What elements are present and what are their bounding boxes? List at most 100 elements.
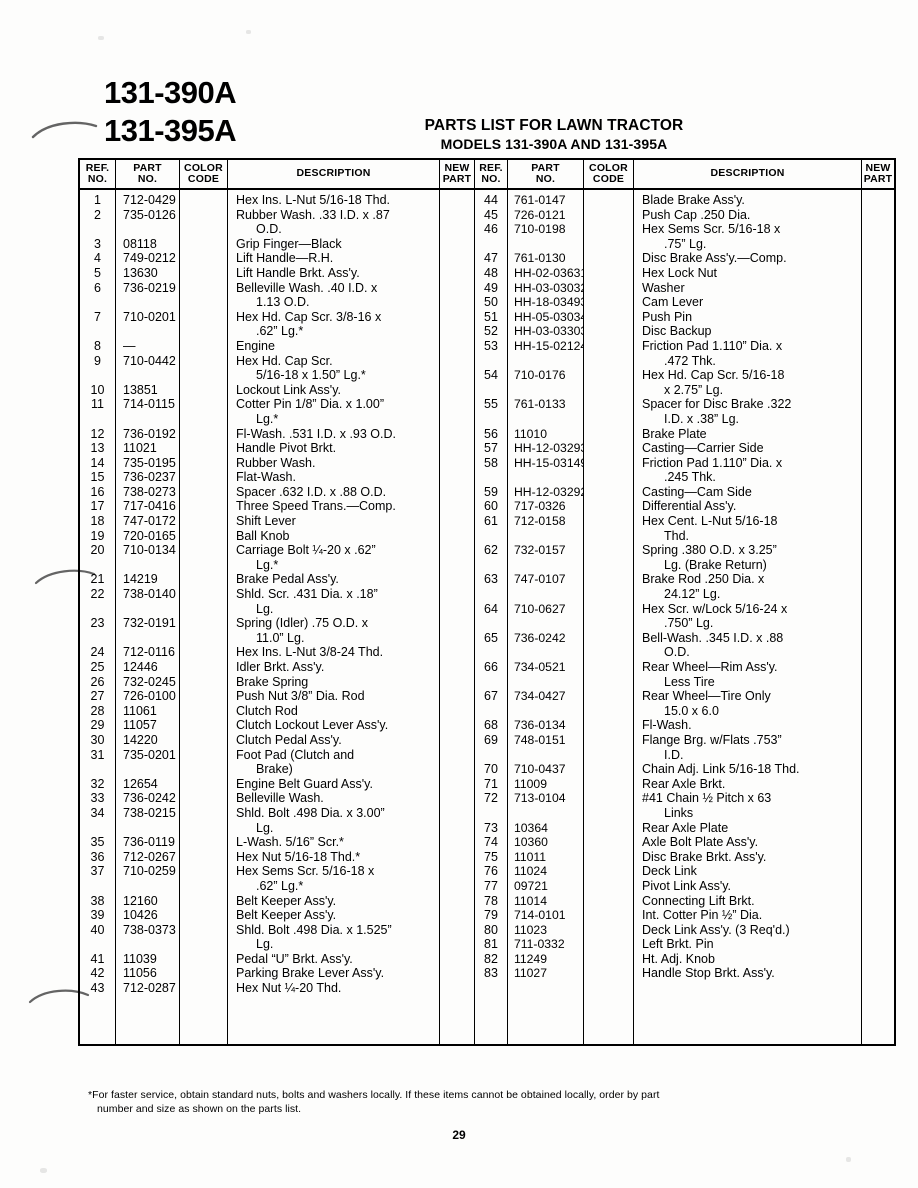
cell-ref bbox=[80, 222, 115, 237]
cell-description: Handle Stop Brkt. Ass'y. bbox=[642, 966, 775, 981]
cell-new bbox=[440, 251, 474, 266]
cell-ref: 81 bbox=[484, 937, 498, 952]
cell-description: .62” Lg.* bbox=[256, 324, 304, 339]
column-ref-no-right: 44 45 46 47 48 49 50 51 52 53 54 55 56 57 58 59 60 6… bbox=[475, 190, 508, 1044]
cell-part: 747-0172 bbox=[123, 514, 176, 529]
cell-new bbox=[440, 572, 474, 587]
table-body: 12 3456 7 89 10 11 12 13 14 15 16 17 18 19 20 21 2… bbox=[80, 190, 894, 1044]
cell-description: Int. Cotter Pin ½” Dia. bbox=[642, 908, 763, 923]
cell-new bbox=[862, 514, 894, 529]
cell-color bbox=[180, 208, 227, 223]
cell-ref: 17 bbox=[90, 499, 105, 514]
cell-description: Fl-Wash. bbox=[642, 718, 692, 733]
cell-color bbox=[180, 339, 227, 354]
cell-part: 11249 bbox=[514, 951, 547, 966]
cell-color bbox=[584, 237, 633, 252]
scan-artifact-swoosh-top bbox=[31, 121, 98, 139]
cell-ref: 28 bbox=[90, 703, 105, 718]
cell-new bbox=[862, 952, 894, 967]
cell-color bbox=[180, 791, 227, 806]
cell-description: Parking Brake Lever Ass'y. bbox=[236, 966, 385, 981]
cell-description: Casting—Cam Side bbox=[642, 484, 752, 499]
cell-new bbox=[440, 864, 474, 879]
header-description-right: DESCRIPTION bbox=[634, 160, 862, 188]
cell-ref: 4 bbox=[94, 251, 101, 266]
page-subtitle: MODELS 131-390A AND 131-395A bbox=[440, 136, 668, 152]
cell-part: 726-0121 bbox=[514, 207, 566, 222]
cell-part bbox=[508, 587, 583, 602]
cell-ref bbox=[475, 383, 507, 398]
cell-color bbox=[180, 499, 227, 514]
cell-part: 11057 bbox=[123, 718, 157, 733]
cell-new bbox=[440, 981, 474, 996]
cell-part bbox=[508, 383, 583, 398]
cell-part: 11011 bbox=[514, 849, 547, 864]
cell-new bbox=[862, 543, 894, 558]
cell-part: 710-0201 bbox=[123, 309, 176, 324]
cell-new bbox=[440, 777, 474, 792]
cell-part: 712-0429 bbox=[123, 193, 176, 207]
cell-color bbox=[180, 806, 227, 821]
cell-color bbox=[584, 529, 633, 544]
cell-description: 11.0” Lg. bbox=[256, 630, 305, 645]
cell-description: Pivot Link Ass'y. bbox=[642, 878, 731, 893]
cell-ref bbox=[475, 470, 507, 485]
cell-new bbox=[440, 412, 474, 427]
cell-description: Carriage Bolt ¼-20 x .62” bbox=[236, 543, 376, 558]
cell-part bbox=[508, 470, 583, 485]
cell-ref bbox=[80, 558, 115, 573]
cell-ref: 32 bbox=[90, 776, 105, 791]
cell-color bbox=[584, 222, 633, 237]
cell-ref bbox=[80, 412, 115, 427]
cell-description: Ht. Adj. Knob bbox=[642, 951, 715, 966]
cell-new bbox=[862, 616, 894, 631]
cell-ref: 83 bbox=[484, 966, 498, 981]
cell-ref: 76 bbox=[484, 864, 498, 879]
cell-description: Brake Rod .250 Dia. x bbox=[642, 572, 765, 587]
cell-part bbox=[116, 324, 179, 339]
cell-ref: 1 bbox=[94, 193, 101, 207]
cell-part bbox=[116, 222, 179, 237]
cell-description: 15.0 x 6.0 bbox=[664, 703, 719, 718]
header-ref-no-left: REF. NO. bbox=[80, 160, 116, 188]
cell-description: Disc Brake Brkt. Ass'y. bbox=[642, 849, 767, 864]
cell-new bbox=[440, 281, 474, 296]
cell-description: Clutch Lockout Lever Ass'y. bbox=[236, 718, 389, 733]
cell-part: 738-0273 bbox=[123, 484, 176, 499]
cell-description: Idler Brkt. Ass'y. bbox=[236, 660, 325, 674]
cell-ref: 70 bbox=[484, 762, 498, 777]
cell-new bbox=[440, 558, 474, 573]
cell-ref: 21 bbox=[90, 572, 105, 587]
cell-color bbox=[584, 368, 633, 383]
cell-ref: 5 bbox=[94, 265, 101, 280]
cell-new bbox=[862, 923, 894, 938]
cell-color bbox=[180, 222, 227, 237]
cell-new bbox=[440, 660, 474, 675]
cell-color bbox=[584, 587, 633, 602]
cell-ref: 66 bbox=[484, 660, 498, 674]
cell-part: 749-0212 bbox=[123, 251, 176, 266]
cell-color bbox=[584, 324, 633, 339]
cell-new bbox=[862, 485, 894, 500]
cell-ref bbox=[475, 806, 507, 821]
cell-part bbox=[116, 937, 179, 952]
cell-new bbox=[862, 660, 894, 675]
cell-description: Handle Pivot Brkt. bbox=[236, 441, 337, 456]
cell-new bbox=[862, 324, 894, 339]
cell-description: Lg.* bbox=[256, 411, 279, 426]
cell-part: 712-0287 bbox=[123, 981, 176, 996]
cell-part: 710-0176 bbox=[514, 368, 566, 383]
cell-description: Shift Lever bbox=[236, 514, 296, 529]
cell-color bbox=[180, 368, 227, 383]
cell-color bbox=[584, 908, 633, 923]
cell-color bbox=[584, 937, 633, 952]
cell-ref: 15 bbox=[90, 470, 105, 485]
cell-color bbox=[584, 821, 633, 836]
cell-description: Flange Brg. w/Flats .753” bbox=[642, 732, 782, 747]
cell-part bbox=[116, 762, 179, 777]
cell-new bbox=[862, 237, 894, 252]
header-part-no-right: PART NO. bbox=[508, 160, 584, 188]
cell-ref: 68 bbox=[484, 718, 498, 733]
cell-ref: 54 bbox=[484, 368, 498, 383]
cell-color bbox=[584, 383, 633, 398]
